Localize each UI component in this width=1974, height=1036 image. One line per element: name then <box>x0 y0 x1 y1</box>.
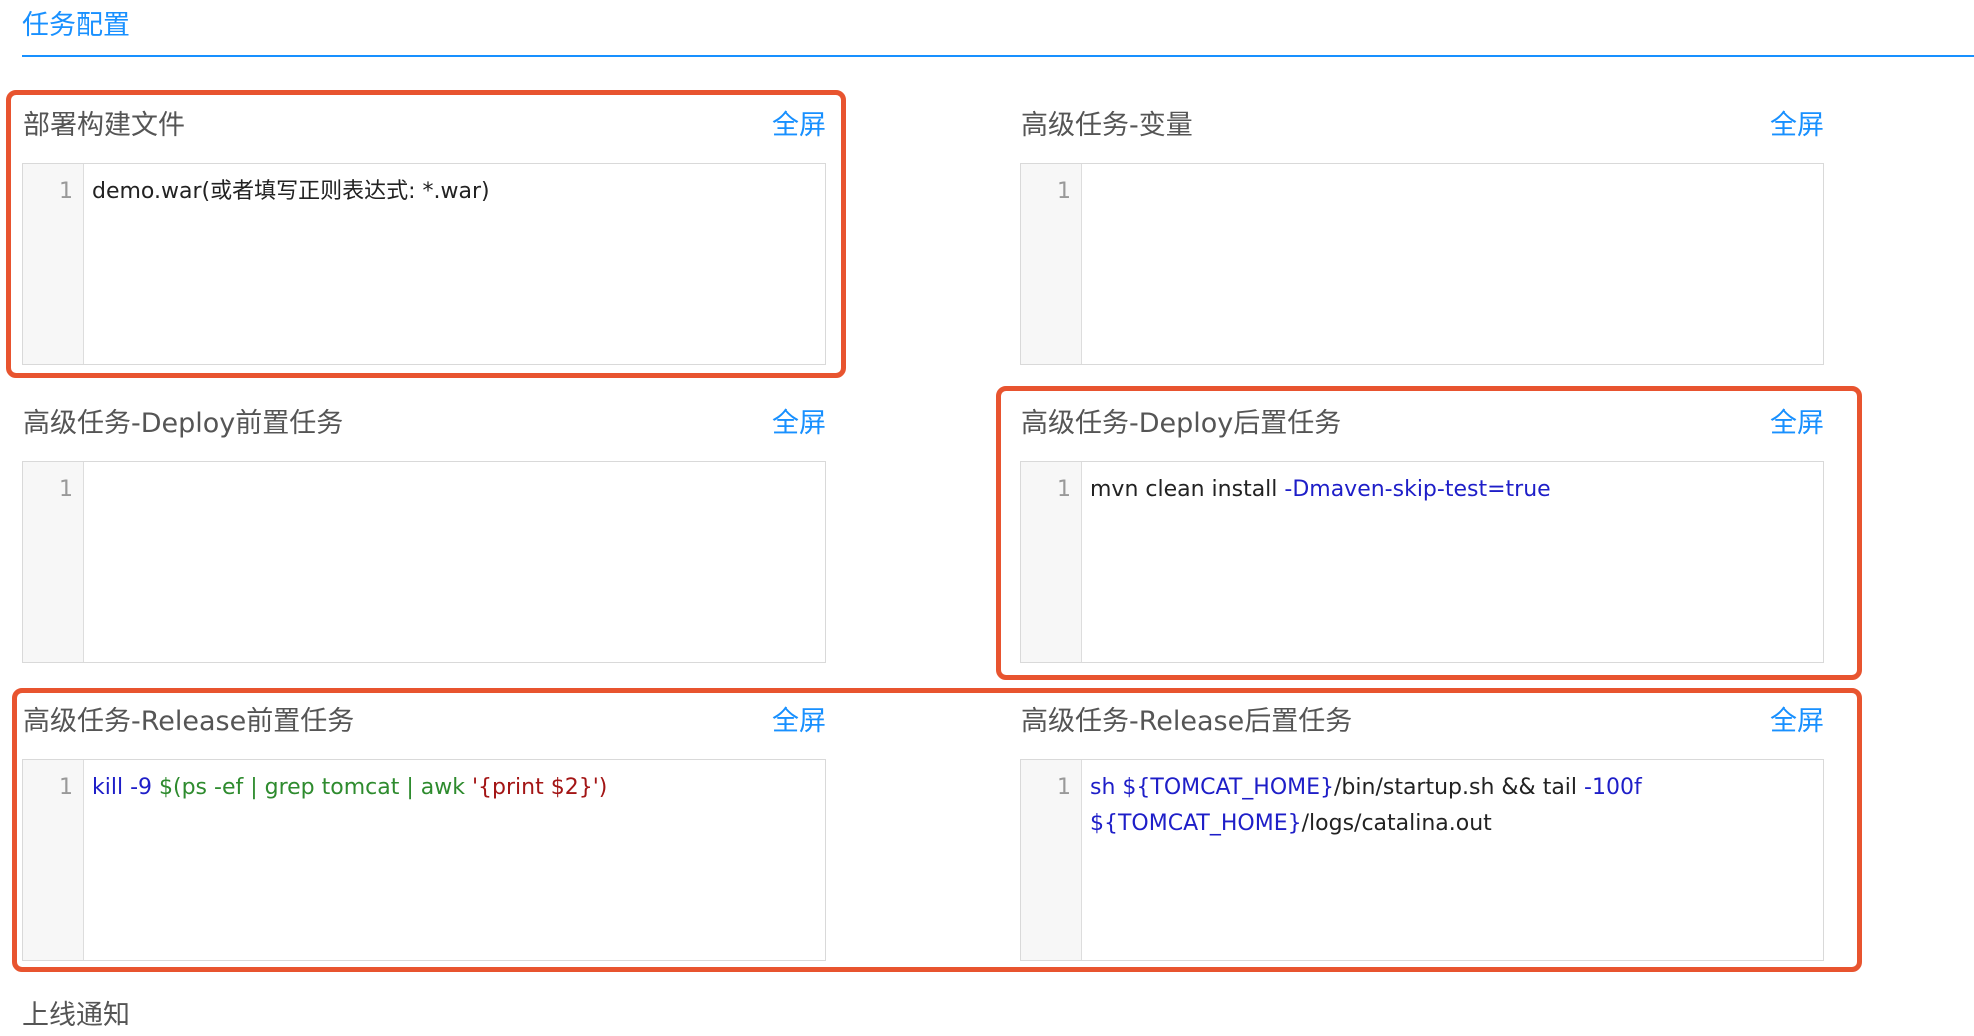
section-title-task-config: 任务配置 <box>22 10 130 41</box>
section-divider <box>22 55 1974 57</box>
line-number: 1 <box>1057 179 1071 204</box>
highlight-box-deploy-post-task <box>996 386 1862 680</box>
code-editor-deploy-pre-task[interactable]: 1 <box>22 461 826 663</box>
code-editor-advanced-variables[interactable]: 1 <box>1020 163 1824 365</box>
line-gutter: 1 <box>1021 164 1082 364</box>
highlight-box-deploy-build-file <box>6 90 846 378</box>
fullscreen-button[interactable]: 全屏 <box>772 400 826 448</box>
panel-deploy-pre-task: 高级任务-Deploy前置任务 全屏 1 <box>22 400 826 663</box>
panel-title: 高级任务-变量 <box>1021 110 1193 141</box>
line-gutter: 1 <box>23 462 84 662</box>
panel-title: 高级任务-Deploy前置任务 <box>23 408 344 439</box>
highlight-box-release-tasks <box>12 688 1862 972</box>
section-title-release-notice: 上线通知 <box>22 1000 130 1031</box>
fullscreen-button[interactable]: 全屏 <box>1770 102 1824 150</box>
line-number: 1 <box>59 477 73 502</box>
panel-advanced-variables: 高级任务-变量 全屏 1 <box>1020 102 1824 365</box>
